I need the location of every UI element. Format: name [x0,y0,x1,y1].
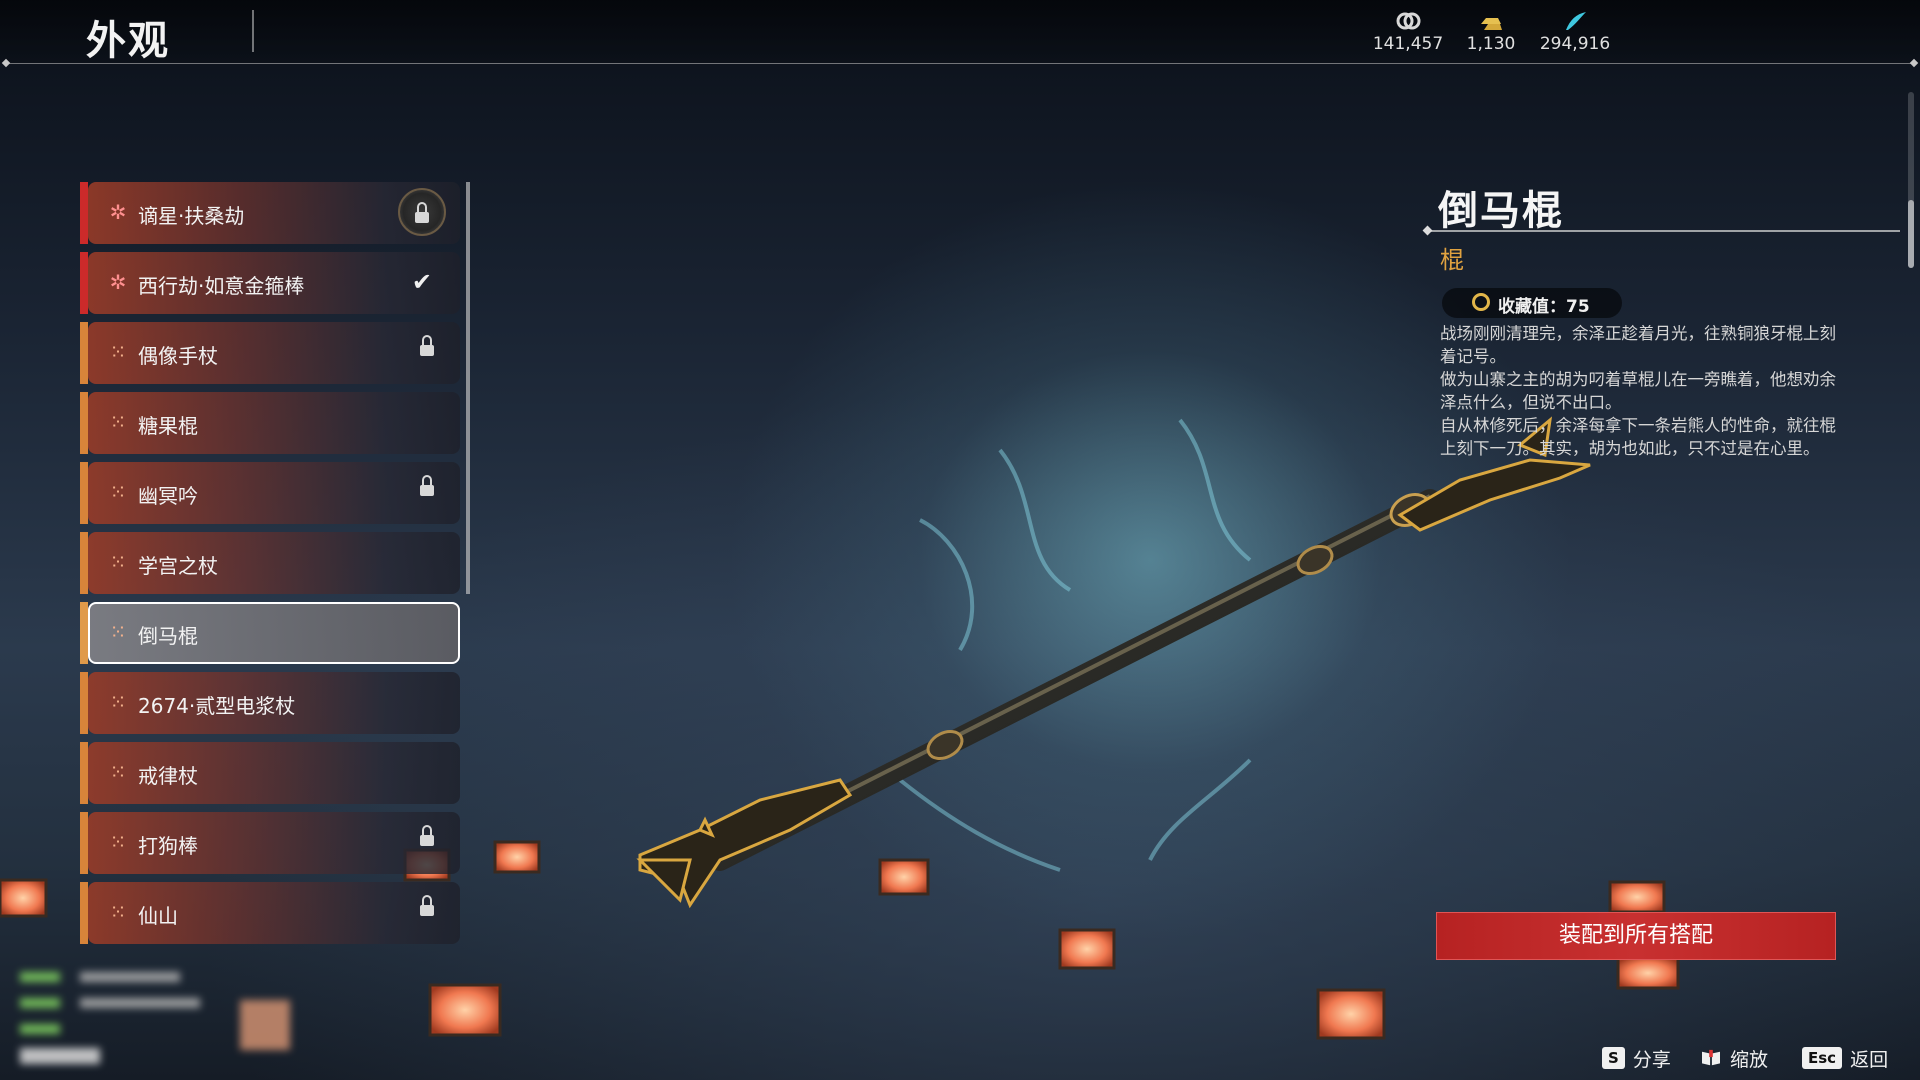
feather-gem-icon [1566,12,1586,30]
item-name: 倒马棍 [1438,188,1564,234]
weapon-staff [636,416,1591,909]
star-icon: ✲ [109,200,127,224]
list-item[interactable]: ✲ 谪星·扶桑劫 [80,182,460,244]
back-label: 返回 [1850,1048,1889,1071]
quad-dot-icon: ⁙ [109,760,127,784]
collection-value: 收藏值：75 [1498,297,1590,317]
currency-coins-value: 141,457 [1372,34,1444,54]
description-paragraph: 自从林修死后，余泽每拿下一条岩熊人的性命，就往棍上刻下一刀。其实，胡为也如此，只… [1440,416,1836,458]
list-item-label: 西行劫·如意金箍棒 [138,274,305,298]
list-item-label: 幽冥吟 [138,484,198,508]
list-item[interactable]: ⁙ 幽冥吟 [80,462,460,524]
coins-icon [1396,12,1421,30]
share-hint[interactable]: S 分享 [1602,1046,1671,1071]
checkmark-icon: ✔ [411,268,432,296]
share-label: 分享 [1632,1048,1671,1071]
detail-scrollbar-thumb[interactable] [1908,200,1914,268]
item-name-divider [1426,230,1900,232]
list-item[interactable]: ⁙ 仙山 [80,882,460,944]
page-title: 外观 [86,18,170,64]
list-scrollbar[interactable] [466,182,470,594]
list-item-label: 打狗棒 [138,834,198,858]
item-type: 棍 [1440,246,1464,274]
zoom-label: 缩放 [1730,1048,1769,1071]
energy-wisps [898,418,1252,872]
quad-dot-icon: ⁙ [109,550,127,574]
list-item-selected[interactable]: ⁙ 倒马棍 [80,602,460,664]
quad-dot-icon: ⁙ [109,690,127,714]
appearance-list: ✲ 谪星·扶桑劫 ✲ 西行劫·如意金箍棒 ✔ ⁙ 偶像手杖 ⁙ 糖果棍 ⁙ 幽冥… [80,182,460,962]
top-bar: 外观 141,457 1,130 294,916 [0,0,1920,64]
list-item[interactable]: ⁙ 偶像手杖 [80,322,460,384]
list-item[interactable]: ⁙ 糖果棍 [80,392,460,454]
key-s: S [1602,1047,1625,1069]
lock-icon [420,475,434,496]
description-paragraph: 做为山寨之主的胡为叼着草棍儿在一旁瞧着，他想劝余泽点什么，但说不出口。 [1440,370,1836,412]
quad-dot-icon: ⁙ [109,620,127,644]
currency-feather-value: 294,916 [1539,34,1611,54]
lock-icon [420,335,434,356]
list-item-label: 学宫之杖 [138,554,218,578]
currency-gold-value: 1,130 [1466,34,1516,54]
badge-lock-icon [398,188,446,236]
collection-value-badge: 收藏值：75 [1442,288,1622,318]
list-item-label: 2674·贰型电浆杖 [138,694,296,718]
list-item[interactable]: ⁙ 2674·贰型电浆杖 [80,672,460,734]
item-description: 战场刚刚清理完，余泽正趁着月光，往熟铜狼牙棍上刻着记号。 做为山寨之主的胡为叼着… [1440,322,1840,460]
quad-dot-icon: ⁙ [109,340,127,364]
blurred-hud [20,960,300,1070]
list-item[interactable]: ⁙ 戒律杖 [80,742,460,804]
list-item-label: 戒律杖 [138,764,198,788]
equip-all-label: 装配到所有搭配 [1558,923,1713,948]
list-item-label: 糖果棍 [138,414,198,438]
quad-dot-icon: ⁙ [109,900,127,924]
quad-dot-icon: ⁙ [109,480,127,504]
collection-icon [1472,293,1490,311]
top-divider-line [6,63,1914,64]
gold-bars-icon [1481,18,1502,30]
list-item-label: 谪星·扶桑劫 [138,204,245,228]
book-icon [1702,1049,1720,1066]
star-icon: ✲ [109,270,127,294]
zoom-hint[interactable]: 缩放 [1700,1046,1769,1071]
list-item[interactable]: ⁙ 打狗棒 [80,812,460,874]
equip-all-button[interactable]: 装配到所有搭配 [1436,912,1836,960]
description-paragraph: 战场刚刚清理完，余泽正趁着月光，往熟铜狼牙棍上刻着记号。 [1440,324,1836,366]
quad-dot-icon: ⁙ [109,410,127,434]
list-item-label: 偶像手杖 [138,344,218,368]
key-esc: Esc [1802,1047,1843,1069]
currency-feather: 294,916 [1525,10,1625,54]
list-item[interactable]: ⁙ 学宫之杖 [80,532,460,594]
lock-icon [420,825,434,846]
list-item-label: 倒马棍 [138,624,198,648]
back-hint[interactable]: Esc 返回 [1802,1046,1889,1071]
list-item[interactable]: ✲ 西行劫·如意金箍棒 ✔ [80,252,460,314]
quad-dot-icon: ⁙ [109,830,127,854]
lock-icon [420,895,434,916]
title-divider [252,10,254,52]
list-item-label: 仙山 [138,904,178,928]
